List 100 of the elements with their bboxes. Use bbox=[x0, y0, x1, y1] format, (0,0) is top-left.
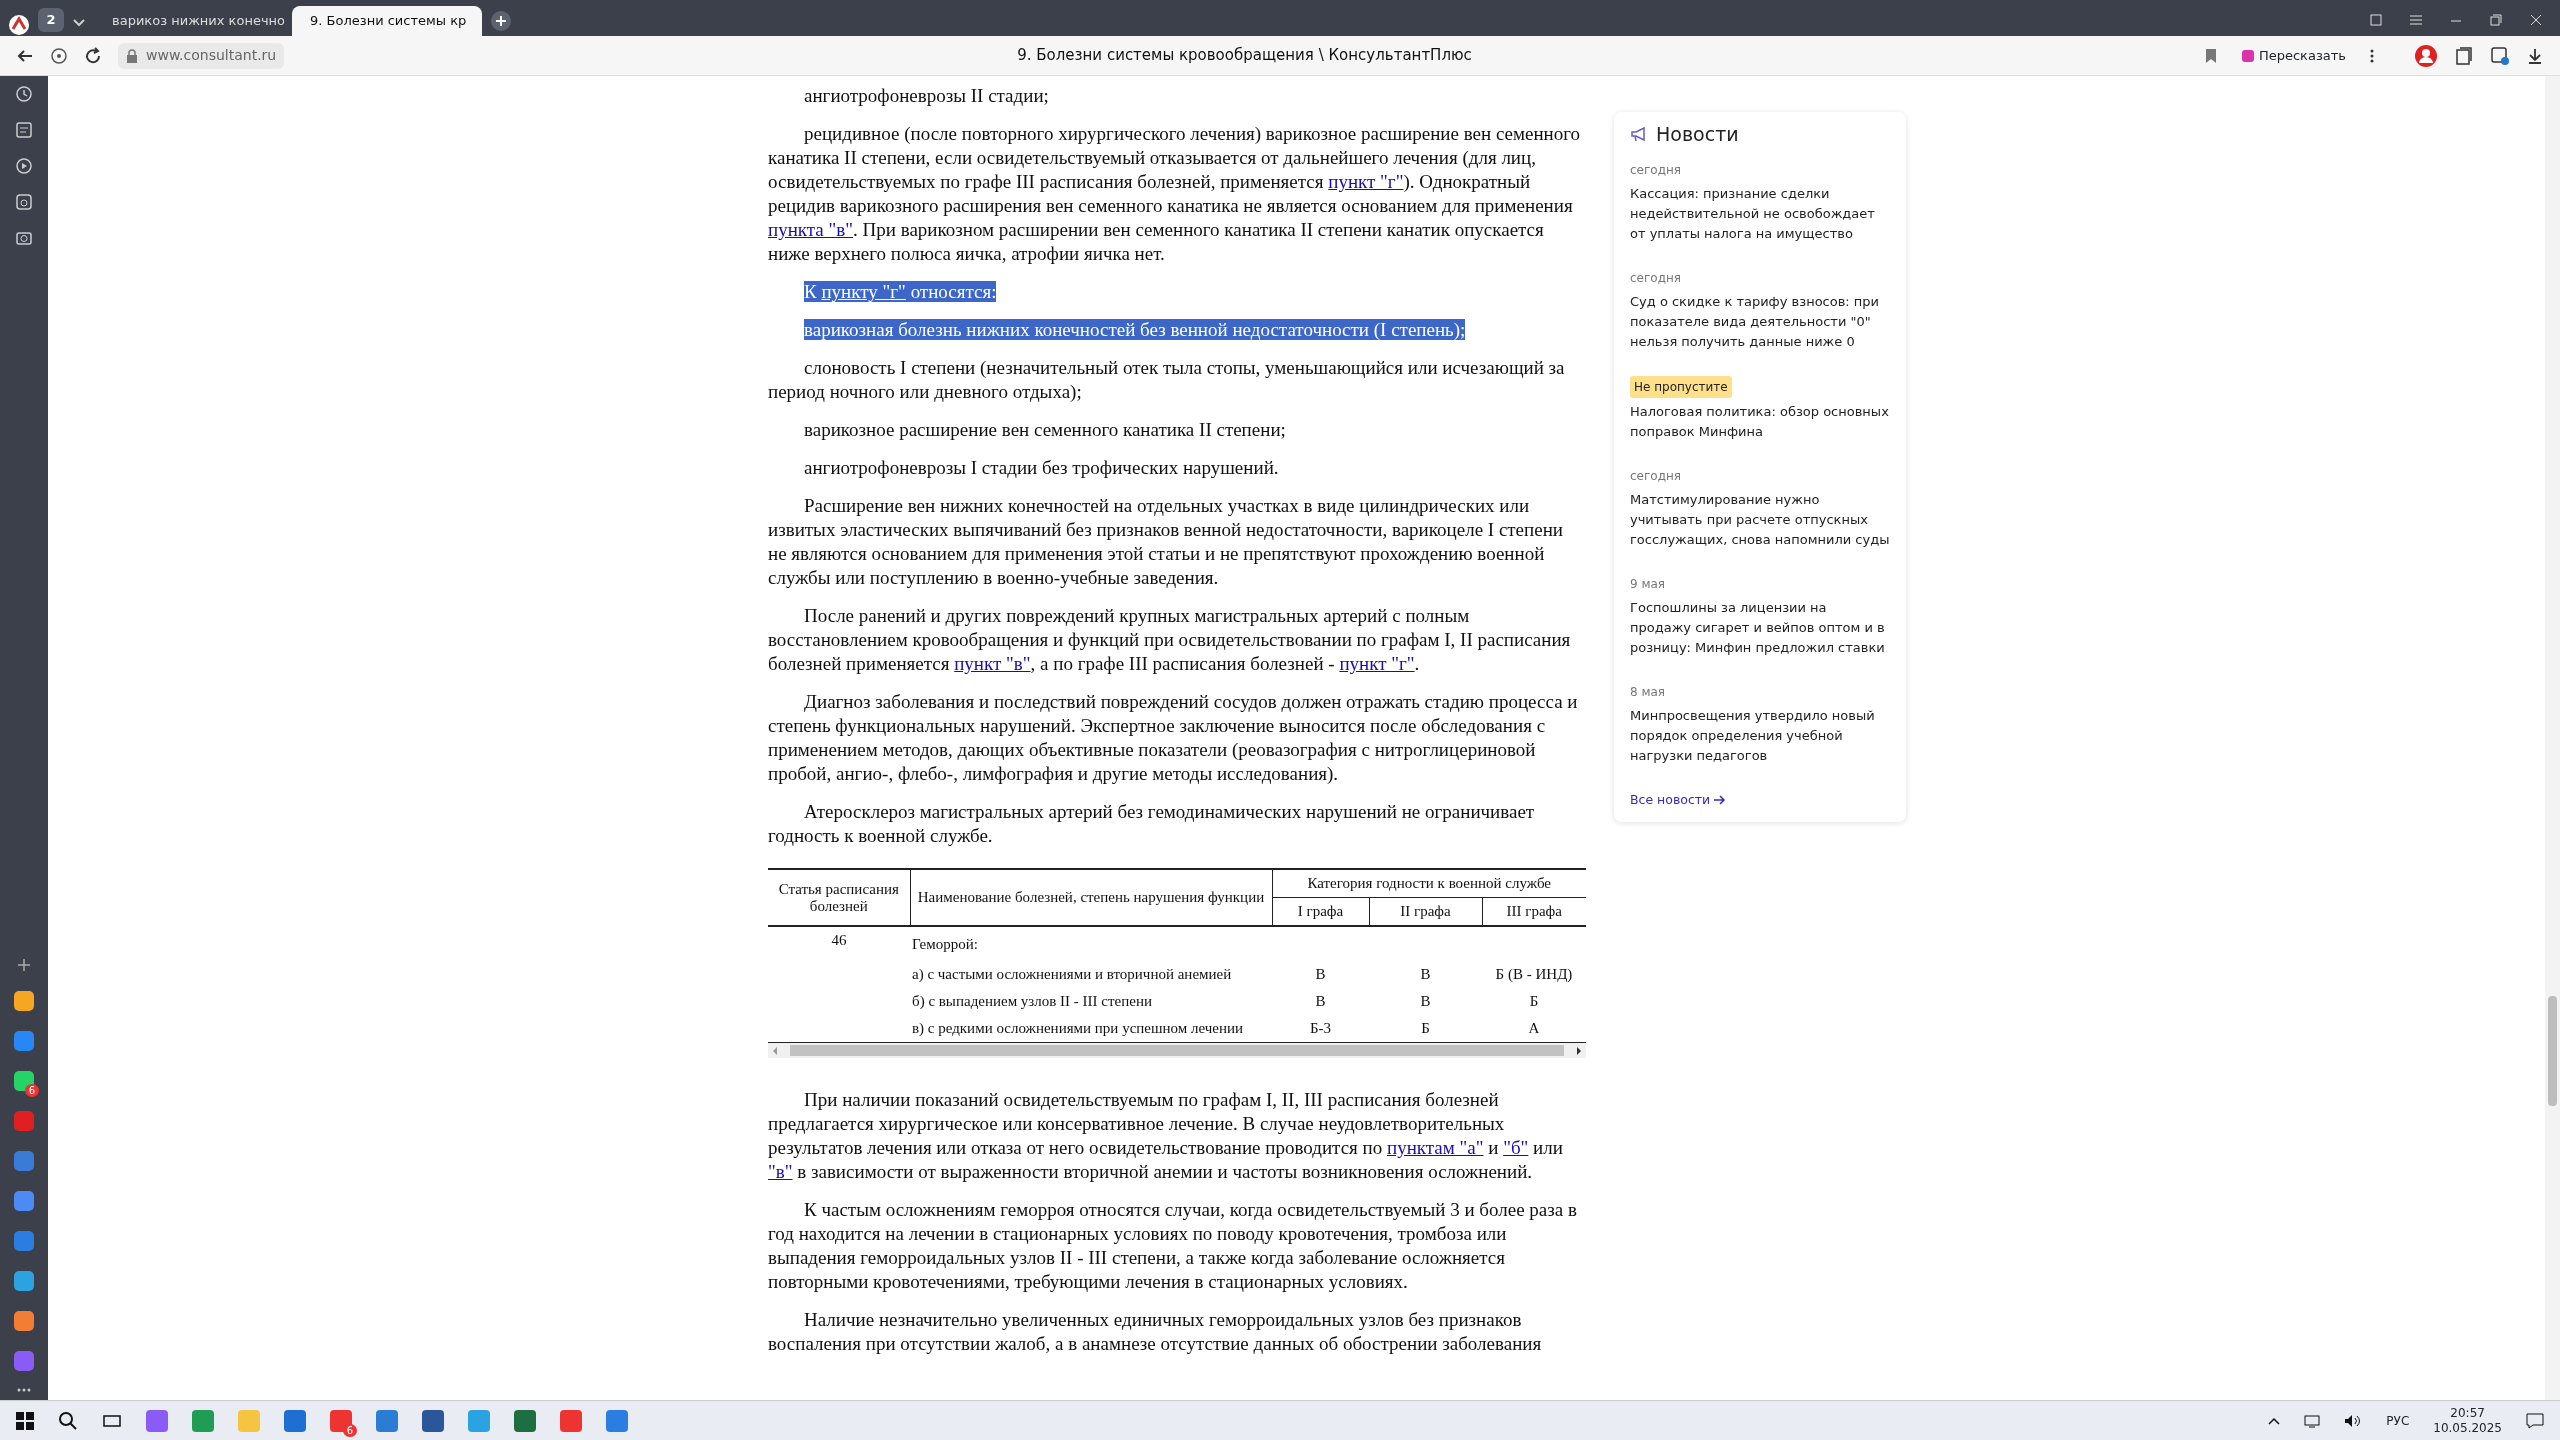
app-icon[interactable] bbox=[422, 1409, 444, 1432]
retell-icon bbox=[2240, 48, 2255, 63]
news-headline[interactable]: Минпросвещения утвердило новый порядок определения учебной нагрузки педагогов bbox=[1630, 706, 1890, 766]
link[interactable]: "б" bbox=[1503, 1137, 1529, 1158]
app-icon[interactable] bbox=[284, 1409, 306, 1432]
more-icon[interactable] bbox=[2370, 47, 2374, 64]
table-cell-text: Б bbox=[1528, 992, 1540, 1011]
link[interactable]: пункт "г" bbox=[1339, 653, 1415, 674]
paragraph: К пункту "г" относятся: bbox=[803, 280, 998, 304]
more-icon[interactable] bbox=[17, 1388, 31, 1392]
paragraph: При наличии показаний освидетельствуемым по графам I, II, III расписания болезней предлагается хирургическое или консервативное лечение. В случае неудовлетворительных результатов лечения или отказа от него освидетельствование проводится по пунктам "а" и "б" или "в" в зависимости от выраженности вторичной анемии и частоты возникновения осложнений. bbox=[768, 1088, 1564, 1184]
retell-button[interactable]: Пересказать bbox=[2232, 41, 2354, 70]
app-shortcut-icon[interactable] bbox=[14, 990, 34, 1011]
table-header: III графа bbox=[1482, 897, 1586, 926]
all-news-link[interactable]: Все новости bbox=[1630, 790, 1727, 810]
tab-count-button[interactable]: 2 bbox=[38, 8, 64, 32]
back-icon[interactable] bbox=[16, 47, 34, 64]
table-cell: Б-3 bbox=[1272, 1015, 1369, 1043]
table-header: Категория годности к военной службе bbox=[1272, 869, 1586, 898]
table-cell: 46 bbox=[768, 926, 910, 961]
restore-icon[interactable] bbox=[2488, 12, 2504, 28]
megaphone-icon bbox=[1630, 126, 1648, 142]
new-tab-icon[interactable] bbox=[490, 10, 512, 32]
arrow-right-icon bbox=[1714, 795, 1727, 805]
tab-title: варикоз нижних конечно bbox=[112, 12, 284, 31]
history-icon[interactable] bbox=[14, 84, 34, 104]
app-icon[interactable] bbox=[146, 1409, 168, 1432]
link[interactable]: пункту "г" bbox=[821, 281, 906, 302]
news-headline[interactable]: Госпошлины за лицензии на продажу сигарет и вейпов оптом и в розницу: Минфин предложил ставки bbox=[1630, 598, 1890, 658]
scrollbar[interactable] bbox=[2545, 76, 2560, 1400]
link[interactable]: пункта "в" bbox=[768, 219, 854, 240]
clock-time[interactable]: 20:57 bbox=[2433, 1405, 2502, 1421]
news-title: Новости bbox=[1656, 124, 1739, 144]
language-indicator[interactable]: РУС bbox=[2386, 1411, 2410, 1430]
table-cell-text: В bbox=[1314, 992, 1327, 1011]
table-cell-text: б) с выпадением узлов II - III степени bbox=[911, 992, 1153, 1011]
menu-icon[interactable] bbox=[2408, 12, 2424, 28]
chevron-up-icon[interactable] bbox=[2268, 1416, 2281, 1425]
link[interactable]: пунктам "а" bbox=[1387, 1137, 1484, 1158]
notes-icon[interactable] bbox=[14, 120, 34, 140]
lock-icon bbox=[126, 48, 138, 63]
paragraph: ангиотрофоневрозы II стадии; bbox=[803, 84, 1050, 108]
app-icon[interactable] bbox=[560, 1409, 582, 1432]
paragraph: Наличие незначительно увеличенных единичных геморроидальных узлов без признаков воспаления при отсутствии жалоб, а в анамнезе отсутствие данных об обострении заболевания bbox=[768, 1308, 1543, 1356]
chevron-down-icon[interactable] bbox=[72, 18, 86, 28]
app-shortcut-icon[interactable] bbox=[14, 1270, 34, 1291]
horizontal-scrollbar[interactable] bbox=[768, 1043, 1586, 1058]
speaker-icon[interactable] bbox=[2344, 1413, 2363, 1428]
paragraph: варикозная болезнь нижних конечностей без венной недостаточности (I степень); bbox=[803, 318, 1467, 342]
paragraph: рецидивное (после повторного хирургического лечения) варикозное расширение вен семенного канатика II степени, если освидетельствуемый отказывается от дальнейшего лечения (для лиц, освидетельствуемых по графе III расписания болезней, применяется пункт "г"). Однократный рецидив варикозного расширения вен семенного канатика не является основанием для применения пункта "в". При варикозном расширении вен семенного канатика II степени канатик опускается ниже верхнего полюса яичка, атрофии яичка нет. bbox=[768, 122, 1582, 266]
table-cell: Б bbox=[1369, 1015, 1482, 1043]
app-icon[interactable] bbox=[192, 1409, 214, 1432]
news-date: сегодня bbox=[1630, 162, 1682, 179]
link[interactable]: "в" bbox=[768, 1161, 793, 1182]
table-cell-text: В bbox=[1419, 965, 1432, 984]
table-cell-text: а) с частыми осложнениями и вторичной анемией bbox=[911, 965, 1233, 984]
link[interactable]: пункт "г" bbox=[1328, 171, 1404, 192]
app-shortcut-icon[interactable] bbox=[14, 1190, 34, 1211]
profile-icon[interactable] bbox=[2414, 43, 2438, 68]
bookmark-icon[interactable] bbox=[2204, 47, 2217, 64]
windows-logo-icon[interactable] bbox=[16, 1411, 34, 1430]
play-icon[interactable] bbox=[14, 156, 34, 176]
news-headline[interactable]: Кассация: признание сделки недействительной не освобождает от уплаты налога на имущество bbox=[1630, 184, 1890, 244]
table-cell: Геморрой: bbox=[910, 926, 1272, 961]
page-title: 9. Болезни системы кровообращения \ КонсультантПлюс bbox=[1016, 45, 1473, 67]
scroll-right-icon[interactable] bbox=[1576, 1046, 1582, 1055]
app-icon[interactable] bbox=[514, 1409, 536, 1432]
paragraph: Диагноз заболевания и последствий повреждений сосудов должен отражать стадию процесса и степень функциональных нарушений. Экспертное заключение выносится после обследования с применением методов, дающих объективные показатели (реовазография с нитроглицериновой пробой, ангио-, флебо-, лимфография и другие методы исследования). bbox=[768, 690, 1579, 786]
table-cell-text: В bbox=[1314, 965, 1327, 984]
news-date: 9 мая bbox=[1630, 576, 1667, 593]
news-tag: Не пропустите bbox=[1630, 376, 1732, 398]
app-icon[interactable] bbox=[330, 1409, 352, 1432]
news-headline[interactable]: Суд о скидке к тарифу взносов: при показателе вида деятельности "0" нельзя получить данные ниже 0 bbox=[1630, 292, 1890, 352]
notification-icon[interactable] bbox=[2526, 1412, 2544, 1429]
browser-tab[interactable]: 9. Болезни системы кр bbox=[292, 6, 482, 36]
news-date: сегодня bbox=[1630, 270, 1682, 287]
paragraph: слоновость I степени (незначительный отек тыла стопы, уменьшающийся или исчезающий за период ночного или дневного отдыха); bbox=[768, 356, 1566, 404]
news-headline[interactable]: Налоговая политика: обзор основных поправок Минфина bbox=[1630, 402, 1890, 442]
address-field[interactable]: www.consultant.ru bbox=[118, 42, 285, 69]
collections-icon[interactable] bbox=[2454, 45, 2474, 66]
app-icon[interactable] bbox=[606, 1409, 628, 1432]
table-header: I графа bbox=[1272, 897, 1369, 926]
clock-date[interactable]: 10.05.2025 bbox=[2433, 1420, 2502, 1436]
news-headline[interactable]: Матстимулирование нужно учитывать при расчете отпускных госслужащих, снова напомнили суды bbox=[1630, 490, 1890, 550]
plus-icon[interactable] bbox=[17, 958, 31, 972]
news-date: сегодня bbox=[1630, 468, 1682, 485]
paragraph: Расширение вен нижних конечностей на отдельных участках в виде цилиндрических или извитых эластических выпячиваний без признаков венной недостаточности, варикоцеле I степени не являются основанием для применения этой статьи и не препятствуют прохождению военной службы или поступлению в военно-учебные заведения. bbox=[768, 494, 1564, 590]
download-icon[interactable] bbox=[2526, 46, 2544, 65]
table-header: II графа bbox=[1369, 897, 1482, 926]
link[interactable]: пункт "в" bbox=[954, 653, 1031, 674]
paragraph: варикозное расширение вен семенного канатика II степени; bbox=[803, 418, 1287, 442]
app-icon[interactable] bbox=[376, 1409, 398, 1432]
app-shortcut-icon[interactable] bbox=[14, 1310, 34, 1331]
close-icon[interactable] bbox=[2528, 12, 2544, 28]
table-cell: А bbox=[1482, 1015, 1586, 1043]
search-icon[interactable] bbox=[58, 1410, 78, 1431]
paragraph: После ранений и других повреждений крупных магистральных артерий с полным восстановлением кровообращения и функций при освидетельствовании по графам I, II расписания болезней применяется пункт "в", а по графе III расписания болезней - пункт "г". bbox=[768, 604, 1572, 676]
browser-tab[interactable]: варикоз нижних конечно bbox=[94, 6, 284, 36]
reload-icon[interactable] bbox=[84, 46, 102, 65]
table-cell-text: В bbox=[1419, 992, 1432, 1011]
